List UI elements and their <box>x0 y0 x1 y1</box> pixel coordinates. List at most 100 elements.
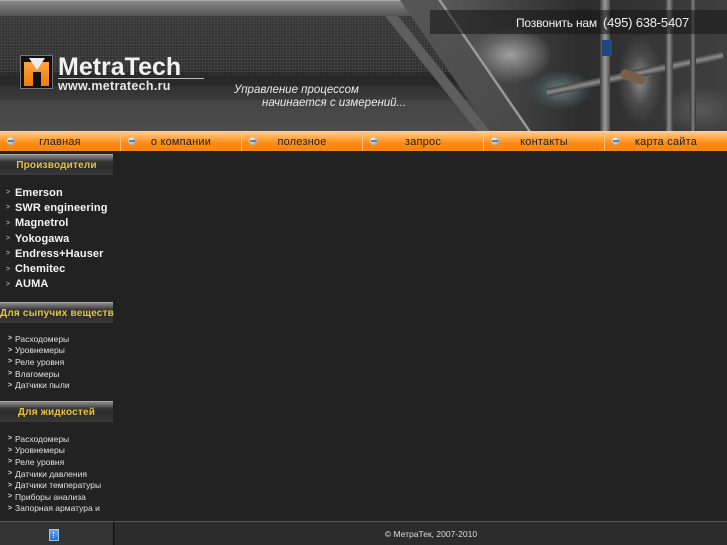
chevron-right-icon: > <box>8 470 13 478</box>
maker-label: AUMA <box>15 278 49 291</box>
bullet-icon <box>249 137 257 145</box>
footer-copyright-area: © МетраТек, 2007-2010 <box>115 522 727 545</box>
nav-item-label: полезное <box>277 135 327 148</box>
logo-url: www.metratech.ru <box>58 79 171 93</box>
maker-link-magnetrol[interactable]: > Magnetrol <box>6 216 108 231</box>
nav-item-useful[interactable]: полезное <box>242 132 363 151</box>
list-item[interactable]: > Реле уровня <box>8 456 101 468</box>
maker-link-yokogawa[interactable]: > Yokogawa <box>6 231 108 246</box>
chevron-right-icon: > <box>8 335 13 343</box>
chevron-right-icon: > <box>8 446 13 454</box>
chevron-right-icon: > <box>8 481 13 489</box>
list-item-label: Уровнемеры <box>15 345 65 356</box>
list-item-label: Расходомеры <box>15 433 70 444</box>
sidebar: Производители > Emerson > SWR engineering … <box>0 152 114 520</box>
maker-link-swr[interactable]: > SWR engineering <box>6 200 108 215</box>
list-item-label: Расходомеры <box>15 333 70 344</box>
chevron-right-icon: > <box>8 504 13 512</box>
slogan-line-2: начинается с измерений... <box>262 97 407 109</box>
footer-counter-area <box>0 522 114 545</box>
list-item[interactable]: > Датчики пыли <box>8 379 70 391</box>
bullet-icon <box>491 137 499 145</box>
list-item[interactable]: > Расходомеры <box>8 433 101 445</box>
nav-item-request[interactable]: запрос <box>363 132 484 151</box>
counter-icon[interactable] <box>49 529 59 541</box>
maker-label: SWR engineering <box>15 201 108 214</box>
list-item-label: Датчики давления <box>15 468 87 479</box>
page: Позвонить нам (495) 638-5407 MetraTech ww… <box>0 0 727 545</box>
sidebar-heading-bulk: Для сыпучих веществ <box>0 302 114 323</box>
maker-link-auma[interactable]: > AUMA <box>6 277 108 292</box>
list-item[interactable]: > Датчики температуры <box>8 479 101 491</box>
list-item-label: Уровнемеры <box>15 445 65 456</box>
list-item-label: Влагомеры <box>15 368 60 379</box>
sidebar-heading-liquid: Для жидкостей <box>0 401 113 422</box>
phone-callout: Позвонить нам (495) 638-5407 <box>516 15 689 30</box>
nav-item-sitemap[interactable]: карта сайта <box>605 132 727 151</box>
chevron-right-icon: > <box>6 219 11 227</box>
list-item[interactable]: > Уровнемеры <box>8 445 101 457</box>
list-item[interactable]: > Запорная арматура и <box>8 503 101 515</box>
header: Позвонить нам (495) 638-5407 MetraTech ww… <box>0 0 727 131</box>
maker-label: Chemitec <box>15 263 66 276</box>
logo-mark-icon <box>20 55 53 89</box>
maker-link-endress-hauser[interactable]: > Endress+Hauser <box>6 246 108 261</box>
chevron-right-icon: > <box>8 381 13 389</box>
sidebar-heading-title: Для жидкостей <box>17 407 96 418</box>
list-item-label: Реле уровня <box>15 456 65 467</box>
header-top-strip <box>0 0 430 16</box>
sidebar-heading-title: Для сыпучих веществ <box>0 308 114 319</box>
maker-label: Magnetrol <box>15 217 69 230</box>
list-item-label: Датчики температуры <box>15 480 102 491</box>
chevron-right-icon: > <box>8 435 13 443</box>
phone-label: Позвонить нам <box>516 16 597 30</box>
maker-label: Emerson <box>15 186 63 199</box>
maker-label: Yokogawa <box>15 232 70 245</box>
main-nav: главная о компании полезное запрос конта… <box>0 131 727 151</box>
makers-list: > Emerson > SWR engineering > Magnetrol > Yo… <box>6 185 108 292</box>
list-item[interactable]: > Уровнемеры <box>8 345 70 357</box>
chevron-right-icon: > <box>8 370 13 378</box>
bullet-icon <box>128 137 136 145</box>
phone-number: (495) 638-5407 <box>602 15 690 30</box>
list-item[interactable]: > Приборы анализа <box>8 491 101 503</box>
nav-item-label: главная <box>39 135 81 148</box>
list-item[interactable]: > Реле уровня <box>8 356 70 368</box>
chevron-right-icon: > <box>8 493 13 501</box>
chevron-right-icon: > <box>8 358 13 366</box>
maker-link-chemitec[interactable]: > Chemitec <box>6 261 108 276</box>
chevron-right-icon: > <box>6 204 11 212</box>
nav-item-label: контакты <box>520 135 568 148</box>
sidebar-heading-makers: Производители <box>0 154 113 175</box>
list-item-label: Датчики пыли <box>15 380 70 391</box>
list-item[interactable]: > Датчики давления <box>8 468 101 480</box>
nav-item-label: запрос <box>404 135 442 148</box>
list-item-label: Приборы анализа <box>15 491 86 502</box>
sidebar-heading-title: Производители <box>16 160 97 171</box>
nav-item-label: карта сайта <box>634 135 698 148</box>
chevron-right-icon: > <box>6 265 11 273</box>
maker-label: Endress+Hauser <box>15 247 104 260</box>
copyright: © МетраТек, 2007-2010 <box>384 529 478 539</box>
slogan: Управление процессом начинается с измере… <box>234 84 406 110</box>
liquid-products-list: > Расходомеры > Уровнемеры > Реле уровня > Д… <box>8 433 101 514</box>
slogan-line-1: Управление процессом <box>234 84 359 96</box>
list-item[interactable]: > Расходомеры <box>8 333 70 345</box>
nav-item-contacts[interactable]: контакты <box>484 132 605 151</box>
chevron-right-icon: > <box>6 250 11 258</box>
nav-item-label: о компании <box>150 135 212 148</box>
maker-link-emerson[interactable]: > Emerson <box>6 185 108 200</box>
chevron-right-icon: > <box>6 235 11 243</box>
chevron-right-icon: > <box>6 189 11 197</box>
footer: © МетраТек, 2007-2010 <box>0 521 727 545</box>
chevron-right-icon: > <box>8 346 13 354</box>
bullet-icon <box>612 137 620 145</box>
chevron-right-icon: > <box>6 280 11 288</box>
chevron-right-icon: > <box>8 458 13 466</box>
nav-item-home[interactable]: главная <box>0 132 121 151</box>
list-item[interactable]: > Влагомеры <box>8 368 70 380</box>
bullet-icon <box>370 137 378 145</box>
bullet-icon <box>7 137 15 145</box>
bulk-products-list: > Расходомеры > Уровнемеры > Реле уровня > В… <box>8 333 70 391</box>
nav-item-about[interactable]: о компании <box>121 132 242 151</box>
